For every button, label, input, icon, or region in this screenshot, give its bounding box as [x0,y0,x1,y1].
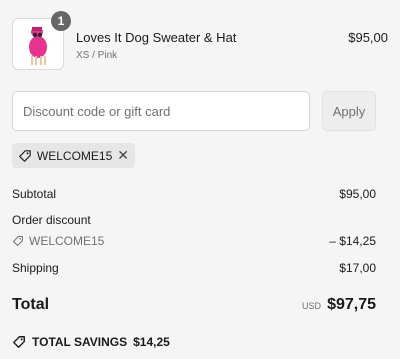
total-row: Total USD $97,75 [12,296,376,314]
remove-code-icon[interactable]: ✕ [117,147,129,164]
quantity-badge: 1 [51,11,71,31]
product-thumbnail: 1 [12,11,71,70]
product-price: $95,00 [348,30,388,45]
total-label: Total [12,296,50,313]
discount-code-label: WELCOME15 [29,234,105,248]
total-savings: TOTAL SAVINGS $14,25 [12,335,170,349]
product-name: Loves It Dog Sweater & Hat [76,30,237,45]
discount-code: WELCOME15 [12,234,104,248]
subtotal-row: Subtotal $95,00 [12,187,376,201]
shipping-label: Shipping [12,261,59,275]
currency-code: USD [302,301,322,311]
apply-button[interactable]: Apply [322,91,376,131]
shipping-row: Shipping $17,00 [12,261,376,275]
applied-discount-chip: WELCOME15 ✕ [12,143,135,168]
tag-icon [19,149,31,162]
savings-value: $14,25 [133,335,170,349]
tag-icon [13,336,25,348]
discount-value: – $14,25 [329,234,376,248]
subtotal-label: Subtotal [12,187,57,201]
discount-code-row: WELCOME15 – $14,25 [12,234,376,248]
total-value: $97,75 [327,296,376,313]
order-discount-row: Order discount [12,213,376,227]
product-variant: XS / Pink [76,50,118,61]
applied-code-label: WELCOME15 [36,148,113,163]
line-item: 1 Loves It Dog Sweater & Hat XS / Pink $… [12,11,388,70]
shipping-value: $17,00 [339,261,376,275]
discount-code-input[interactable] [12,91,310,131]
subtotal-value: $95,00 [339,187,376,201]
total-amount-group: USD $97,75 [302,296,376,314]
tag-icon [13,236,23,246]
order-discount-label: Order discount [12,213,91,227]
savings-label: TOTAL SAVINGS [32,335,128,349]
